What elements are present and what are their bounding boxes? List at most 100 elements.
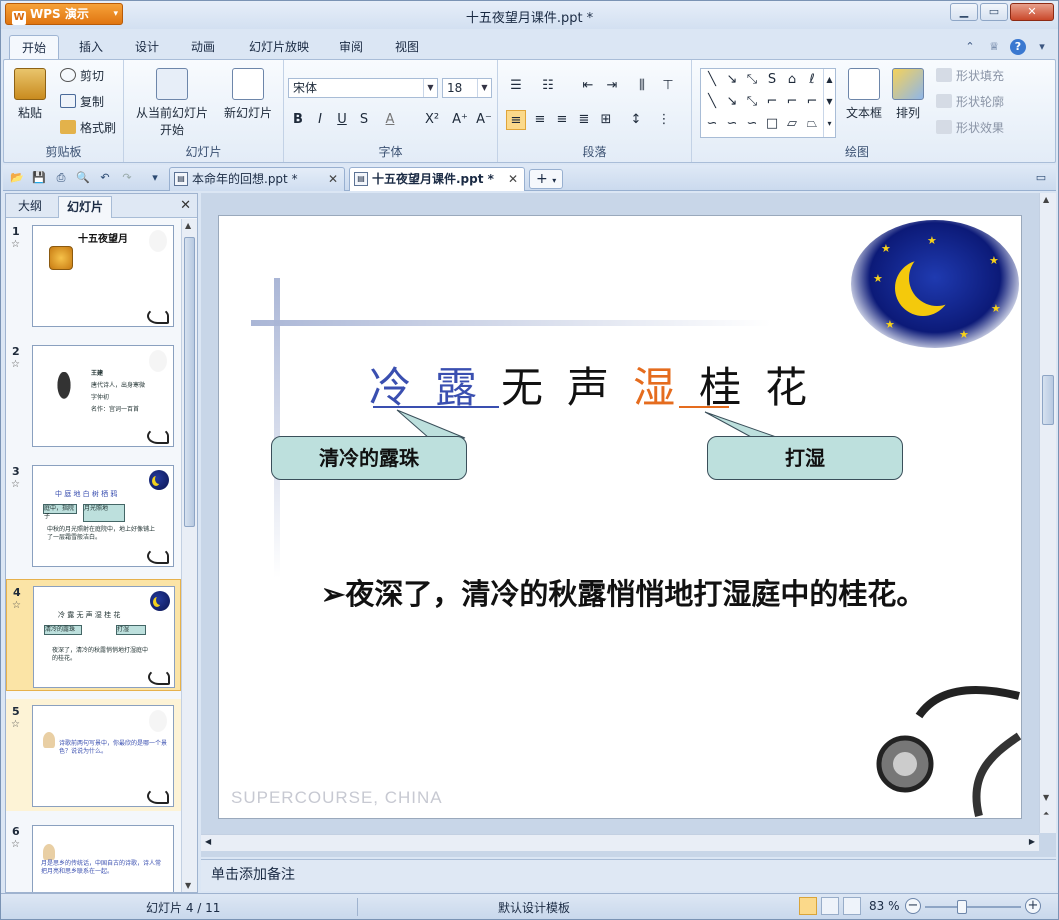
new-slide-button[interactable]: 新幻灯片 (220, 68, 276, 121)
cut-button[interactable]: 剪切 (60, 66, 104, 86)
prev-slide-icon[interactable]: ⏶ (1043, 809, 1049, 819)
tab-view[interactable]: 视图 (383, 35, 431, 59)
zoom-in-button[interactable]: + (1025, 898, 1041, 914)
elbow-connector-icon[interactable]: ╲ (703, 93, 721, 111)
distribute-button[interactable]: ⊞ (596, 110, 616, 130)
tab-slides[interactable]: 幻灯片 (58, 196, 113, 218)
underline-button[interactable]: U (332, 110, 352, 130)
tab-list-icon[interactable]: ▭ (1033, 170, 1049, 186)
shape-outline-button[interactable]: 形状轮廓 (936, 92, 1004, 112)
slide-thumb-3[interactable]: 3 ☆ 中 庭 地 白 树 栖 鸦 庭中，指院子 月光照地 中秋的月光照射在庭院… (6, 459, 181, 571)
scroll-down-icon[interactable]: ▼ (1043, 793, 1049, 802)
increase-indent-button[interactable]: ⇥ (602, 76, 622, 96)
align-center-button[interactable]: ≡ (530, 110, 550, 130)
chevron-down-icon[interactable]: ▾ (1034, 39, 1050, 55)
shape-fill-button[interactable]: 形状填充 (936, 66, 1004, 86)
textbox-button[interactable]: 文本框 (842, 68, 886, 121)
slide-thumb-6[interactable]: 6 ☆ 月是思乡的传统话，中国自古的诗歌，诗人常把月亮和思乡联系在一起。 (6, 819, 181, 892)
close-panel-icon[interactable]: ✕ (180, 198, 191, 213)
tab-review[interactable]: 审阅 (327, 35, 375, 59)
play-from-current-button[interactable]: 从当前幻灯片 开始 (130, 68, 214, 138)
double-arrow-shape-icon[interactable]: ⤡ (743, 71, 761, 89)
font-name-select[interactable]: 宋体 ▼ (288, 78, 438, 98)
undo-icon[interactable]: ↶ (97, 170, 113, 186)
new-tab-button[interactable]: + ▾ (529, 169, 563, 189)
paste-button[interactable]: 粘贴 (12, 68, 48, 121)
tab-animation[interactable]: 动画 (179, 35, 227, 59)
zoom-slider-thumb[interactable] (957, 900, 967, 914)
customize-toolbar-icon[interactable]: ▾ (147, 170, 163, 186)
parallelogram-shape-icon[interactable]: ▱ (783, 115, 801, 133)
slide-thumb-1[interactable]: 1 ☆ 十五夜望月 (6, 219, 181, 331)
curved-double-icon[interactable]: ∽ (743, 115, 761, 133)
tab-slideshow[interactable]: 幻灯片放映 (237, 35, 321, 59)
close-tab-icon[interactable]: ✕ (508, 168, 518, 190)
print-preview-icon[interactable]: 🔍 (75, 170, 91, 186)
collapse-ribbon-icon[interactable]: ⌃ (962, 39, 978, 55)
curved-arrow-icon[interactable]: ∽ (723, 115, 741, 133)
scroll-thumb[interactable] (184, 237, 195, 527)
zoom-out-button[interactable]: − (905, 898, 921, 914)
scroll-right-icon[interactable]: ▶ (1029, 837, 1035, 846)
slide-thumb-4[interactable]: 4 ☆ 冷 露 无 声 湿 桂 花 清冷的露珠 打湿 夜深了，清冷的秋露悄悄地打… (6, 579, 181, 691)
scroll-left-icon[interactable]: ◀ (205, 837, 211, 846)
text-direction-button[interactable]: ⫼ (632, 76, 652, 96)
editor-vertical-scrollbar[interactable]: ▲ ▼ ⏶ (1039, 193, 1056, 833)
scroll-up-icon[interactable]: ▲ (1043, 195, 1049, 204)
shadow-button[interactable]: S (354, 110, 374, 130)
decrease-indent-button[interactable]: ⇤ (578, 76, 598, 96)
doc-tab-1[interactable]: ▤ 本命年的回想.ppt * ✕ (169, 167, 345, 191)
curved-connector-icon[interactable]: ∽ (703, 115, 721, 133)
font-size-select[interactable]: 18 ▼ (442, 78, 492, 98)
format-painter-button[interactable]: 格式刷 (60, 118, 116, 138)
notes-pane[interactable]: 单击添加备注 (201, 859, 1056, 891)
tab-insert[interactable]: 插入 (67, 35, 115, 59)
align-left-button[interactable]: ≡ (506, 110, 526, 130)
maximize-button[interactable]: ▭ (980, 3, 1008, 21)
numbering-button[interactable]: ☷ (538, 76, 558, 96)
curve-shape-icon[interactable]: S (763, 71, 781, 89)
scroll-thumb[interactable] (1042, 375, 1054, 425)
scribble-shape-icon[interactable]: ℓ (803, 71, 821, 89)
align-right-button[interactable]: ≡ (552, 110, 572, 130)
zoom-slider-track[interactable] (925, 906, 1021, 908)
connector-icon[interactable]: ⌐ (763, 93, 781, 111)
arrange-button[interactable]: 排列 (888, 68, 928, 121)
slide-sorter-icon[interactable] (821, 897, 839, 915)
line-spacing-button[interactable]: ↕ (626, 110, 646, 130)
connector-double-icon[interactable]: ⌐ (803, 93, 821, 111)
tab-home[interactable]: 开始 (9, 35, 59, 59)
shapes-gallery[interactable]: ╲ ↘ ⤡ S ⌂ ℓ ╲ ↘ ⤡ ⌐ ⌐ ⌐ ∽ ∽ ∽ □ ▱ ⏢ ▲ ▼ ▾ (700, 68, 836, 138)
print-icon[interactable]: ⎙ (53, 170, 69, 186)
panel-scrollbar[interactable]: ▲ ▼ (181, 219, 197, 892)
slide-thumb-2[interactable]: 2 ☆ 王建 唐代诗人，出身寒微 字仲初 名作：宫词一百首 (6, 339, 181, 451)
align-text-button[interactable]: ⊤ (658, 76, 678, 96)
shape-effects-button[interactable]: 形状效果 (936, 118, 1004, 138)
font-color-button[interactable]: A (380, 110, 400, 130)
rectangle-shape-icon[interactable]: □ (763, 115, 781, 133)
elbow-double-arrow-icon[interactable]: ⤡ (743, 93, 761, 111)
open-folder-icon[interactable]: 📂 (9, 170, 25, 186)
skin-icon[interactable]: ♕ (986, 39, 1002, 55)
close-button[interactable]: ✕ (1010, 3, 1054, 21)
normal-view-icon[interactable] (799, 897, 817, 915)
redo-icon[interactable]: ↷ (119, 170, 135, 186)
tab-design[interactable]: 设计 (123, 35, 171, 59)
copy-button[interactable]: 复制 (60, 92, 104, 112)
help-icon[interactable]: ? (1010, 39, 1026, 55)
trapezoid-shape-icon[interactable]: ⏢ (803, 115, 821, 133)
arrow-shape-icon[interactable]: ↘ (723, 71, 741, 89)
columns-button[interactable]: ⋮ (654, 110, 674, 130)
current-slide[interactable]: ★ ★ ★ ★ ★ ★ ★ 冷露无声湿桂花 清冷的露珠 打湿 ➢夜深了，清冷的秋… (218, 215, 1022, 819)
minimize-button[interactable]: ▁ (950, 3, 978, 21)
line-shape-icon[interactable]: ╲ (703, 71, 721, 89)
scroll-down-icon[interactable]: ▼ (185, 881, 191, 890)
slideshow-view-icon[interactable] (843, 897, 861, 915)
elbow-arrow-icon[interactable]: ↘ (723, 93, 741, 111)
doc-tab-2[interactable]: ▤ 十五夜望月课件.ppt * ✕ (349, 167, 525, 191)
slide-thumb-5[interactable]: 5 ☆ 诗歌前两句写景中，你最欣的是哪一个景色？说说为什么。 (6, 699, 181, 811)
gallery-scroll[interactable]: ▲ ▼ ▾ (823, 69, 835, 137)
bullets-button[interactable]: ☰ (506, 76, 526, 96)
close-tab-icon[interactable]: ✕ (328, 168, 338, 190)
italic-button[interactable]: I (310, 110, 330, 130)
